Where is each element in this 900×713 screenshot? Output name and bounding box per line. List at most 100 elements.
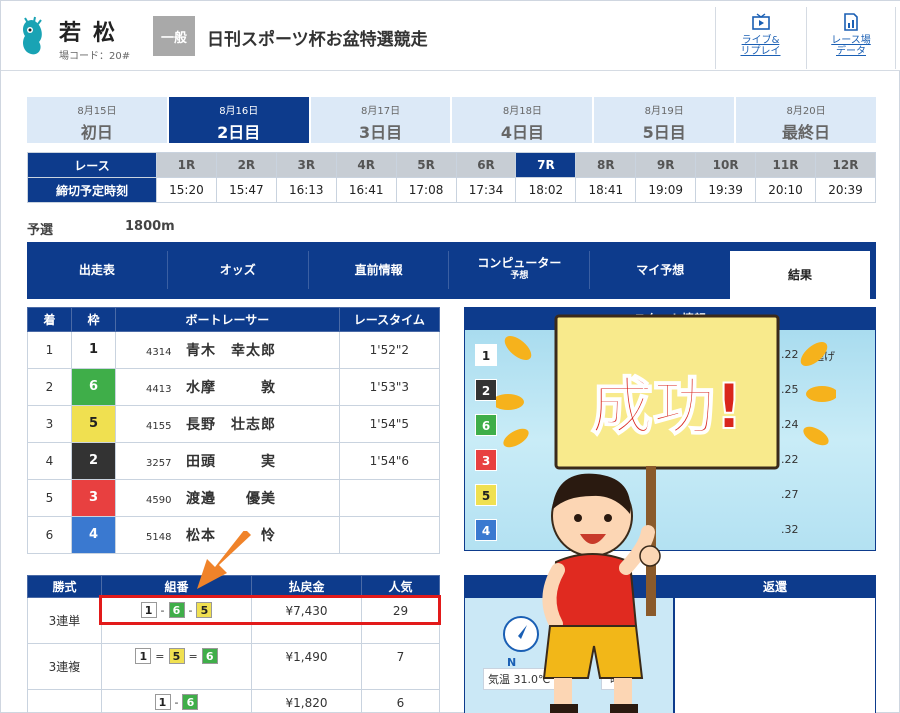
popularity: 7 [361, 643, 440, 690]
race-time: 19:09 [635, 177, 697, 203]
racer-cell[interactable]: 3257 田頭 実 [115, 442, 340, 480]
combo-number: 1 [154, 694, 171, 710]
finish-position: 4 [27, 442, 72, 480]
day-date: 8月16日 [219, 106, 259, 117]
race-tab-9R[interactable]: 9R [635, 152, 697, 178]
data-label-2: データ [836, 46, 866, 57]
race-tab-2R[interactable]: 2R [215, 152, 277, 178]
day-tab-3[interactable]: 8月17日 3日目 [310, 97, 451, 143]
race-tab-10R[interactable]: 10R [695, 152, 757, 178]
race-time: 18:41 [575, 177, 637, 203]
race-tab-6R[interactable]: 6R [455, 152, 517, 178]
racer-name: 渡邉 優美 [186, 491, 276, 507]
frame-number: 1 [72, 332, 115, 368]
race-tab-5R[interactable]: 5R [395, 152, 457, 178]
popularity: 6 [361, 689, 440, 713]
racer-reg-number: 4314 [146, 347, 172, 358]
day-tab-2[interactable]: 8月16日 2日目 [168, 97, 309, 143]
day-tab-5[interactable]: 8月19日 5日目 [594, 97, 735, 143]
live-replay-button[interactable]: ライブ& リプレイ [715, 7, 805, 69]
tab-pre-race[interactable]: 直前情報 [309, 251, 450, 289]
race-time: 19:39 [695, 177, 757, 203]
day-label: 3日目 [359, 123, 403, 142]
race-time: 15:47 [215, 177, 277, 203]
race-tab-3R[interactable]: 3R [275, 152, 337, 178]
result-row: 2 6 4413 水摩 敦 1'53"3 [27, 368, 441, 406]
frame-cell: 4 [71, 516, 116, 554]
tab-my-prediction[interactable]: マイ予想 [590, 251, 730, 289]
racer-reg-number: 3257 [146, 458, 172, 469]
combo-cell: 1 = 5 = 6 [101, 643, 252, 690]
tab-odds[interactable]: オッズ [168, 251, 309, 289]
frame-cell: 6 [71, 368, 116, 406]
day-label: 5日目 [642, 123, 686, 142]
bet-type: 3連複 [27, 643, 102, 690]
race-row-header: レース [27, 152, 157, 178]
racer-cell[interactable]: 4413 水摩 敦 [115, 368, 340, 406]
day-date: 8月17日 [361, 106, 401, 117]
day-date: 8月18日 [502, 106, 542, 117]
finish-position: 6 [27, 516, 72, 554]
race-tab-1R[interactable]: 1R [156, 152, 217, 178]
day-tab-4[interactable]: 8月18日 4日目 [452, 97, 593, 143]
frame-cell: 2 [71, 442, 116, 480]
venue-mascot-icon [23, 16, 42, 55]
race-time-value: 1'53"3 [338, 368, 441, 406]
race-distance: 1800m [125, 219, 175, 234]
day-tab-1[interactable]: 8月15日 初日 [27, 97, 167, 143]
result-row: 3 5 4155 長野 壮志郎 1'54"5 [27, 405, 441, 443]
col-bet-type: 勝式 [27, 575, 102, 598]
start-lane-badge: 3 [475, 449, 497, 471]
frame-number: 2 [72, 443, 115, 479]
finish-position: 1 [27, 331, 72, 369]
venue-name: 若松 [59, 20, 128, 46]
tab-result[interactable]: 結果 [730, 251, 870, 299]
day-date: 8月19日 [644, 106, 684, 117]
venue-code: 場コード：20# [59, 51, 131, 62]
results-table: 着 枠 ボートレーサー レースタイム 1 1 4314 青木 幸太郎 1'52"2… [27, 307, 441, 554]
race-time: 15:20 [156, 177, 217, 203]
payout-amount: ¥1,820 [251, 689, 362, 713]
combo-number: 6 [201, 648, 218, 664]
day-tab-6[interactable]: 8月20日 最終日 [736, 97, 876, 143]
race-tab-12R[interactable]: 12R [814, 152, 877, 178]
racer-name: 田頭 実 [186, 454, 276, 470]
day-label: 4日目 [500, 123, 544, 142]
payout-row: 1-6 ¥1,820 6 [27, 689, 440, 713]
venue-data-button[interactable]: レース場 データ [806, 7, 896, 69]
sign-text: 成功! [591, 370, 743, 443]
result-row: 5 3 4590 渡邉 優美 [27, 479, 441, 517]
chart-document-icon [844, 13, 858, 31]
frame-cell: 5 [71, 405, 116, 443]
race-time: 17:08 [395, 177, 457, 203]
combo-separator: = [188, 650, 198, 663]
tab-entry[interactable]: 出走表 [27, 251, 168, 289]
frame-cell: 3 [71, 479, 116, 517]
tab-odds-label: オッズ [219, 262, 256, 277]
time-row-header: 締切予定時刻 [27, 177, 157, 203]
combo-number: 6 [182, 694, 199, 710]
race-tab-7R[interactable]: 7R [515, 152, 577, 178]
bet-type: 3連単 [27, 597, 102, 644]
finish-position: 5 [27, 479, 72, 517]
tv-icon [751, 13, 770, 30]
grade-badge: 一般 [153, 16, 195, 56]
race-tab-11R[interactable]: 11R [755, 152, 816, 178]
tab-computer-label: コンピューター [477, 256, 562, 270]
racer-name: 青木 幸太郎 [186, 343, 276, 359]
race-tab-8R[interactable]: 8R [575, 152, 637, 178]
tab-computer[interactable]: コンピューター 予想 [449, 251, 591, 289]
frame-number: 5 [72, 406, 115, 442]
racer-cell[interactable]: 4314 青木 幸太郎 [115, 331, 340, 369]
combo-number: 1 [135, 648, 152, 664]
race-tab-4R[interactable]: 4R [335, 152, 397, 178]
live-label-1: ライブ& [741, 35, 780, 46]
racer-cell[interactable]: 4590 渡邉 優美 [115, 479, 340, 517]
race-time-value [338, 516, 441, 554]
racer-reg-number: 4155 [146, 421, 172, 432]
race-time: 16:13 [275, 177, 337, 203]
racer-cell[interactable]: 4155 長野 壮志郎 [115, 405, 340, 443]
start-lane-badge: 5 [475, 484, 497, 506]
start-lane-badge: 6 [475, 414, 497, 436]
payout-amount: ¥1,490 [251, 643, 362, 690]
